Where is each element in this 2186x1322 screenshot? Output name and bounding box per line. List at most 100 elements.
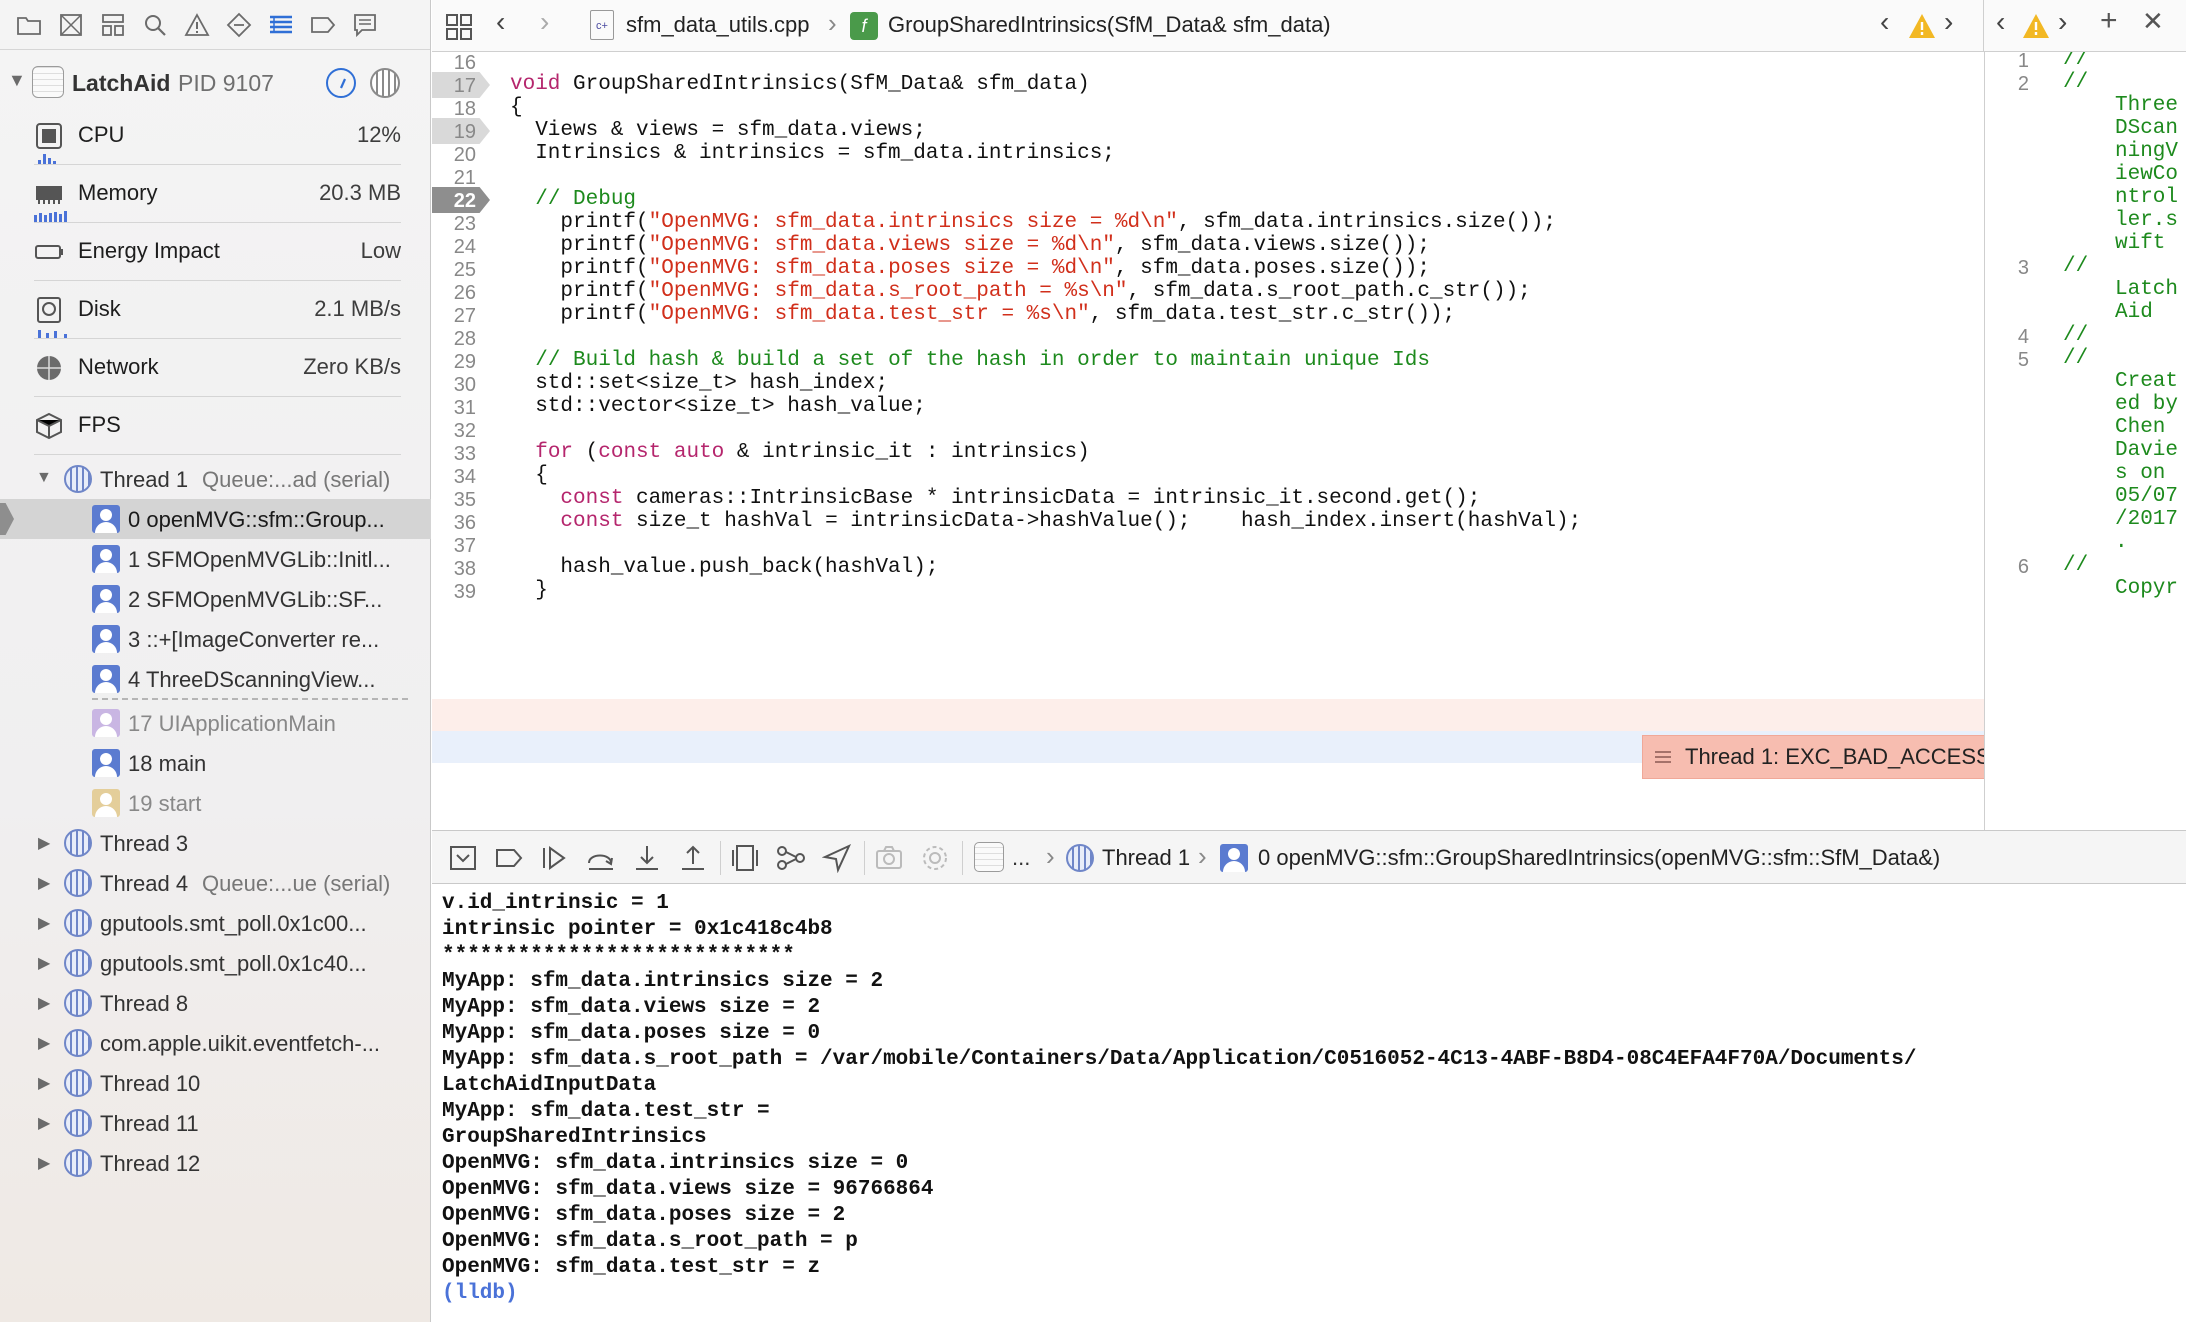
next-issue-chevron-icon[interactable]: › xyxy=(1944,6,1953,38)
process-row[interactable]: ▼ LatchAid PID 9107 xyxy=(0,60,431,106)
breakpoint-icon[interactable] xyxy=(302,6,344,44)
assistant-back-chevron-icon[interactable]: ‹ xyxy=(1996,6,2005,38)
breakpoints-toggle-icon[interactable] xyxy=(494,843,524,873)
thread-view-icon[interactable] xyxy=(370,68,400,98)
assistant-warning-icon[interactable] xyxy=(2022,12,2050,40)
disclosure-closed-icon[interactable]: ▶ xyxy=(38,913,50,933)
thread-row[interactable]: ▶ Thread 4 Queue:...ue (serial) xyxy=(0,863,431,903)
frame-row[interactable]: 18 main xyxy=(0,743,431,783)
assistant-line-number[interactable]: 6 xyxy=(1999,556,2029,579)
gear-icon[interactable] xyxy=(920,843,950,873)
breadcrumb-ellipsis[interactable]: ... xyxy=(1012,845,1030,871)
view-hierarchy-icon[interactable] xyxy=(730,843,760,873)
frame-row[interactable]: 3 ::+[ImageConverter re... xyxy=(0,619,431,659)
prev-issue-chevron-icon[interactable]: ‹ xyxy=(1880,6,1889,38)
step-over-icon[interactable] xyxy=(586,843,616,873)
gauge-network[interactable]: Network Zero KB/s xyxy=(0,340,431,398)
assistant-line-number[interactable]: 3 xyxy=(1999,257,2029,280)
line-number[interactable]: 39 xyxy=(432,581,484,604)
menu-icon xyxy=(1655,744,1671,770)
continue-icon[interactable] xyxy=(540,843,570,873)
source-control-icon[interactable] xyxy=(50,6,92,44)
code-line[interactable]: 39 } xyxy=(432,575,1984,607)
breadcrumb-frame[interactable]: 0 openMVG::sfm::GroupSharedIntrinsics(op… xyxy=(1258,845,1940,871)
step-out-icon[interactable] xyxy=(678,843,708,873)
frame-row[interactable]: 2 SFMOpenMVGLib::SF... xyxy=(0,579,431,619)
back-chevron-icon[interactable]: ‹ xyxy=(496,6,505,38)
frame-row[interactable]: 17 UIApplicationMain xyxy=(0,703,431,743)
debug-console[interactable]: v.id_intrinsic = 1 intrinsic pointer = 0x… xyxy=(432,884,2186,1322)
assistant-line-number[interactable]: 1 xyxy=(1999,52,2029,73)
disclosure-closed-icon[interactable]: ▶ xyxy=(38,1153,50,1173)
gauge-cpu[interactable]: CPU 12% xyxy=(0,108,431,166)
lldb-prompt[interactable]: (lldb) xyxy=(442,1282,518,1305)
search-icon[interactable] xyxy=(134,6,176,44)
memory-icon xyxy=(36,186,62,204)
gauge-fps[interactable]: FPS xyxy=(0,398,431,456)
assistant-line-number[interactable]: 2 xyxy=(1999,73,2029,96)
disclosure-closed-icon[interactable]: ▶ xyxy=(38,1113,50,1133)
assistant-code-text: . xyxy=(2115,531,2128,554)
add-editor-icon[interactable]: + xyxy=(2100,4,2118,38)
breadcrumb-function[interactable]: GroupSharedIntrinsics(SfM_Data& sfm_data… xyxy=(888,12,1331,38)
assistant-line-number[interactable]: 4 xyxy=(1999,326,2029,349)
folder-icon[interactable] xyxy=(8,6,50,44)
disclosure-closed-icon[interactable]: ▶ xyxy=(38,993,50,1013)
disclosure-closed-icon[interactable]: ▶ xyxy=(38,873,50,893)
thread-icon xyxy=(64,989,92,1017)
symbol-icon[interactable] xyxy=(92,6,134,44)
frame-row[interactable]: 1 SFMOpenMVGLib::Initl... xyxy=(0,539,431,579)
navigator-toolbar xyxy=(0,0,430,50)
gauge-icon[interactable] xyxy=(326,68,356,98)
related-items-icon[interactable] xyxy=(444,12,474,42)
forward-chevron-icon[interactable]: › xyxy=(540,6,549,38)
thread-row[interactable]: ▼ Thread 1 Queue:...ad (serial) xyxy=(0,459,431,499)
frame-row-selected[interactable]: 0 openMVG::sfm::Group... xyxy=(0,499,431,539)
location-icon[interactable] xyxy=(822,843,852,873)
console-line: GroupSharedIntrinsics xyxy=(442,1126,707,1149)
hide-debug-area-icon[interactable] xyxy=(448,843,478,873)
gauge-memory[interactable]: Memory 20.3 MB xyxy=(0,166,431,224)
thread-row[interactable]: ▶ com.apple.uikit.eventfetch-... xyxy=(0,1023,431,1063)
assistant-code-text: 05/07 xyxy=(2115,485,2179,508)
warning-icon[interactable] xyxy=(176,6,218,44)
disclosure-closed-icon[interactable]: ▶ xyxy=(38,1073,50,1093)
thread-row[interactable]: ▶ gputools.smt_poll.0x1c00... xyxy=(0,903,431,943)
frame-label: 18 main xyxy=(128,751,207,776)
thread-row[interactable]: ▶ Thread 3 xyxy=(0,823,431,863)
thread-row[interactable]: ▶ Thread 12 xyxy=(0,1143,431,1183)
error-annotation[interactable]: Thread 1: EXC_BAD_ACCESS (code=1, addres… xyxy=(1642,735,1984,779)
gauge-energy[interactable]: Energy Impact Low xyxy=(0,224,431,282)
assistant-editor[interactable]: 1 // 2 // Three DScan ningV iewCo ntrol ler.s wift… xyxy=(1984,52,2186,830)
disclosure-open-icon[interactable]: ▼ xyxy=(36,469,52,487)
breadcrumb-thread[interactable]: Thread 1 xyxy=(1102,845,1190,871)
disclosure-closed-icon[interactable]: ▶ xyxy=(38,1033,50,1053)
disclosure-closed-icon[interactable]: ▶ xyxy=(38,833,50,853)
test-icon[interactable] xyxy=(218,6,260,44)
thread-row[interactable]: ▶ Thread 8 xyxy=(0,983,431,1023)
close-editor-icon[interactable]: ✕ xyxy=(2142,6,2164,37)
disclosure-closed-icon[interactable]: ▶ xyxy=(38,953,50,973)
breadcrumb-file[interactable]: sfm_data_utils.cpp xyxy=(626,12,809,38)
source-editor[interactable]: 16 17 void GroupSharedIntrinsics(SfM_Data&… xyxy=(432,52,1984,830)
disclosure-open-icon[interactable]: ▼ xyxy=(8,70,26,91)
thread-row[interactable]: ▶ Thread 10 xyxy=(0,1063,431,1103)
thread-icon xyxy=(64,1069,92,1097)
thread-row[interactable]: ▶ gputools.smt_poll.0x1c40... xyxy=(0,943,431,983)
warning-icon[interactable] xyxy=(1908,12,1936,40)
step-into-icon[interactable] xyxy=(632,843,662,873)
frame-row[interactable]: 19 start xyxy=(0,783,431,823)
thread-row[interactable]: ▶ Thread 11 xyxy=(0,1103,431,1143)
assistant-forward-chevron-icon[interactable]: › xyxy=(2058,6,2067,38)
memory-graph-icon[interactable] xyxy=(776,843,806,873)
camera-icon[interactable] xyxy=(874,843,904,873)
debug-bar: ... › Thread 1 › 0 openMVG::sfm::GroupSh… xyxy=(432,830,2186,884)
assistant-line-number[interactable]: 5 xyxy=(1999,349,2029,372)
assistant-code-text: // xyxy=(2063,255,2089,278)
debug-icon[interactable] xyxy=(260,6,302,44)
report-icon[interactable] xyxy=(344,6,386,44)
assistant-code-text: Davie xyxy=(2115,439,2179,462)
gauge-disk[interactable]: Disk 2.1 MB/s xyxy=(0,282,431,340)
frame-label: 3 ::+[ImageConverter re... xyxy=(128,627,380,652)
frame-row[interactable]: 4 ThreeDScanningView... xyxy=(0,659,431,700)
